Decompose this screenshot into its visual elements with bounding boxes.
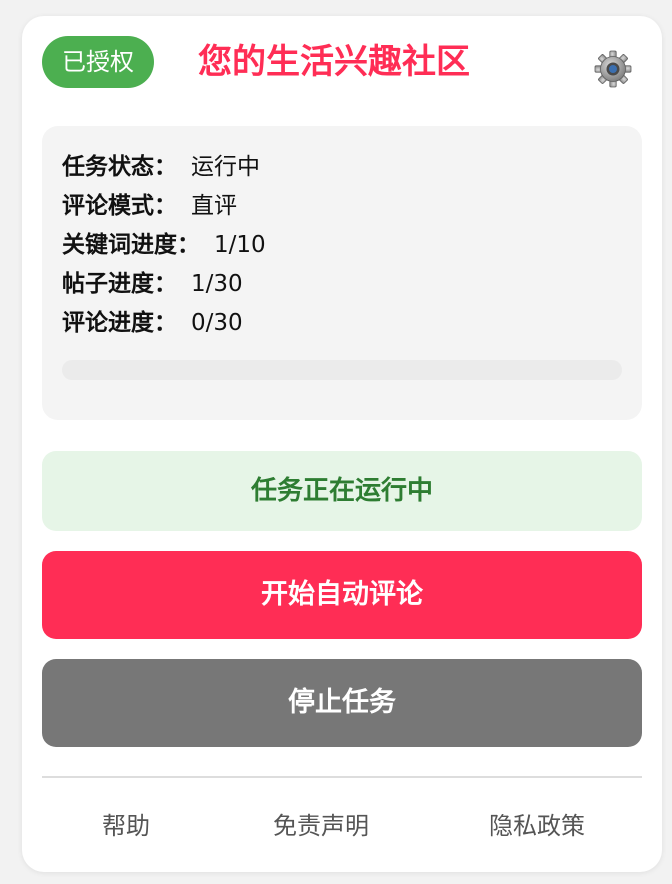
help-link[interactable]: 帮助 xyxy=(70,806,182,846)
status-label: 关键词进度： xyxy=(62,232,200,258)
gear-icon xyxy=(594,50,632,88)
status-label: 评论进度： xyxy=(62,310,177,336)
status-row-comment-progress: 评论进度： 0/30 xyxy=(62,308,243,338)
running-status-banner: 任务正在运行中 xyxy=(42,451,642,531)
start-auto-comment-button[interactable]: 开始自动评论 xyxy=(42,551,642,639)
status-value: 运行中 xyxy=(191,154,260,180)
status-label: 评论模式： xyxy=(62,193,177,219)
disclaimer-link[interactable]: 免责声明 xyxy=(256,806,386,846)
status-value: 1/30 xyxy=(191,271,243,297)
status-row-comment-mode: 评论模式： 直评 xyxy=(62,191,237,221)
status-row-task-state: 任务状态： 运行中 xyxy=(62,152,260,182)
status-label: 帖子进度： xyxy=(62,271,177,297)
status-label: 任务状态： xyxy=(62,154,177,180)
status-value: 0/30 xyxy=(191,310,243,336)
popup-card: 已授权 您的生活兴趣社区 任务状态： 运行中 评论模式： 直评 关键词进度： 1… xyxy=(22,16,662,872)
status-row-keyword-progress: 关键词进度： 1/10 xyxy=(62,230,266,260)
task-progress-bar xyxy=(62,360,622,380)
privacy-policy-link[interactable]: 隐私政策 xyxy=(472,806,602,846)
app-title: 您的生活兴趣社区 xyxy=(198,42,470,82)
footer-divider xyxy=(42,776,642,778)
settings-button[interactable] xyxy=(594,50,632,88)
status-value: 直评 xyxy=(191,193,237,219)
task-status-panel: 任务状态： 运行中 评论模式： 直评 关键词进度： 1/10 帖子进度： 1/30 评论… xyxy=(42,126,642,420)
status-value: 1/10 xyxy=(214,232,266,258)
auth-status-badge: 已授权 xyxy=(42,36,154,88)
stop-task-button[interactable]: 停止任务 xyxy=(42,659,642,747)
status-row-post-progress: 帖子进度： 1/30 xyxy=(62,269,243,299)
